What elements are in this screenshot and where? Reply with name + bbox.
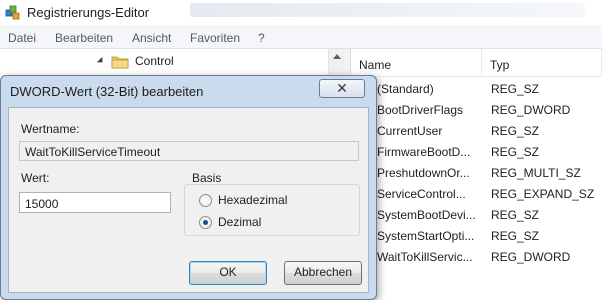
value-type: REG_SZ	[491, 124, 540, 138]
menu-datei[interactable]: Datei	[8, 31, 36, 45]
value-type: REG_SZ	[491, 145, 540, 159]
window-title: Registrierungs-Editor	[27, 5, 150, 20]
table-row[interactable]: (Standard) REG_SZ	[351, 79, 602, 100]
menu-bar: Datei Bearbeiten Ansicht Favoriten ?	[0, 27, 602, 49]
menu-bearbeiten[interactable]: Bearbeiten	[55, 31, 113, 45]
value-type: REG_SZ	[491, 229, 540, 243]
value-name: WaitToKillServic...	[377, 250, 473, 264]
table-row[interactable]: WaitToKillServic... REG_DWORD	[351, 247, 602, 268]
value-name: (Standard)	[377, 82, 434, 96]
base-groupbox	[184, 184, 360, 236]
table-row[interactable]: CurrentUser REG_SZ	[351, 121, 602, 142]
scroll-up-arrow-icon[interactable]	[333, 54, 341, 59]
dword-edit-dialog: DWORD-Wert (32-Bit) bearbeiten ✕ Wertnam…	[0, 75, 377, 300]
value-name: SystemBootDevi...	[377, 208, 476, 222]
value-type: REG_DWORD	[491, 103, 571, 117]
value-name: PreshutdownOr...	[377, 166, 470, 180]
radio-label: Hexadezimal	[218, 193, 288, 207]
value-type: REG_SZ	[491, 82, 540, 96]
tree-item-control[interactable]: Control	[90, 52, 340, 72]
base-group-label: Basis	[192, 171, 222, 185]
values-list-pane[interactable]: Name Typ (Standard) REG_SZ BootDriverFla…	[351, 49, 602, 300]
value-type: REG_SZ	[491, 208, 540, 222]
folder-icon	[111, 56, 129, 69]
table-row[interactable]: FirmwareBootD... REG_SZ	[351, 142, 602, 163]
radio-unchecked-icon[interactable]	[199, 194, 212, 207]
menu-ansicht[interactable]: Ansicht	[132, 31, 171, 45]
dialog-body: Wertname: WaitToKillServiceTimeout Wert:…	[8, 107, 369, 293]
table-row[interactable]: ServiceControl... REG_EXPAND_SZ	[351, 184, 602, 205]
cancel-button[interactable]: Abbrechen	[284, 261, 362, 285]
dialog-title: DWORD-Wert (32-Bit) bearbeiten	[10, 84, 204, 99]
value-data-input[interactable]	[19, 192, 171, 213]
value-name-field: WaitToKillServiceTimeout	[19, 141, 359, 161]
value-name: SystemStartOpti...	[377, 229, 475, 243]
menu-favoriten[interactable]: Favoriten	[190, 31, 240, 45]
value-type: REG_EXPAND_SZ	[491, 187, 595, 201]
value-name: FirmwareBootD...	[377, 145, 471, 159]
radio-checked-icon[interactable]	[199, 216, 212, 229]
table-row[interactable]: BootDriverFlags REG_DWORD	[351, 100, 602, 121]
table-row[interactable]: SystemStartOpti... REG_SZ	[351, 226, 602, 247]
value-name: ServiceControl...	[377, 187, 466, 201]
registry-editor-icon	[5, 5, 20, 20]
value-data-label: Wert:	[21, 171, 50, 185]
column-header-typ[interactable]: Typ	[482, 49, 602, 77]
value-type: REG_DWORD	[491, 250, 571, 264]
menu-help[interactable]: ?	[258, 31, 265, 45]
expanded-triangle-icon[interactable]	[96, 56, 106, 66]
tree-item-label: Control	[135, 54, 174, 68]
value-name: CurrentUser	[377, 124, 443, 138]
value-name-label: Wertname:	[21, 122, 80, 136]
column-header-name[interactable]: Name	[351, 49, 482, 77]
background-window-ghost	[190, 3, 585, 17]
table-row[interactable]: PreshutdownOr... REG_MULTI_SZ	[351, 163, 602, 184]
table-row[interactable]: SystemBootDevi... REG_SZ	[351, 205, 602, 226]
value-type: REG_MULTI_SZ	[491, 166, 581, 180]
ok-button[interactable]: OK	[189, 261, 267, 285]
radio-label: Dezimal	[218, 215, 262, 229]
value-name: BootDriverFlags	[377, 103, 464, 117]
close-icon[interactable]: ✕	[319, 79, 365, 98]
